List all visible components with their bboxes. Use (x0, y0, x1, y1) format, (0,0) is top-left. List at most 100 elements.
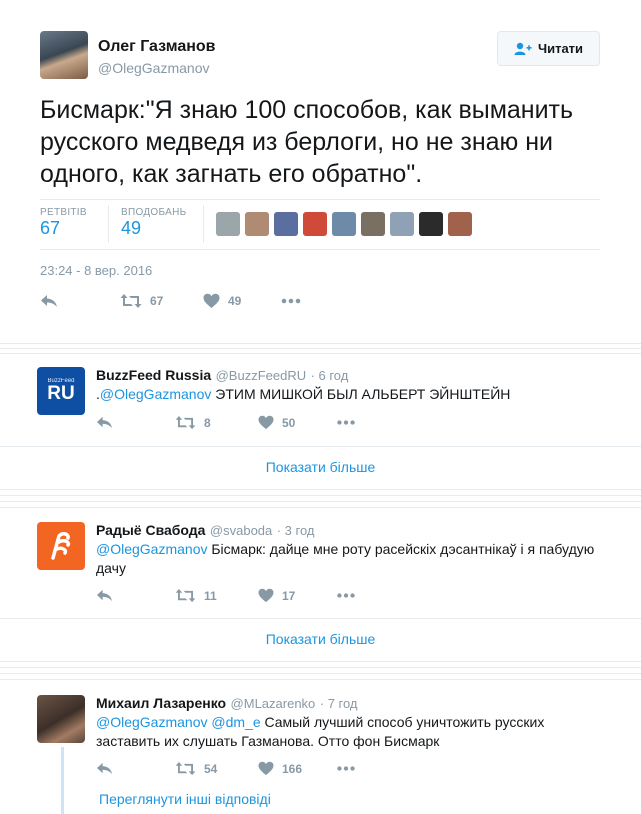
likers-avatars (216, 212, 477, 241)
section-divider (0, 489, 641, 490)
stats-divider-bottom (40, 249, 600, 250)
likes-count: 49 (121, 218, 142, 238)
retweet-count: 67 (150, 294, 164, 308)
reply-avatar-svaboda[interactable] (37, 522, 85, 570)
reply-button[interactable] (96, 415, 113, 430)
stats-divider-top (40, 199, 600, 200)
reply-button[interactable] (96, 761, 113, 776)
liker-avatar[interactable] (361, 212, 385, 236)
reply-author-handle[interactable]: @MLazarenko (231, 696, 316, 711)
view-other-replies-link[interactable]: Переглянути інші відповіді (99, 791, 271, 807)
like-button[interactable]: 49 (203, 293, 241, 309)
reply-button[interactable] (40, 293, 58, 309)
reply-text: @OlegGazmanov @dm_e Самый лучший способ … (96, 713, 586, 751)
liker-avatar[interactable] (303, 212, 327, 236)
retweet-count: 11 (204, 588, 217, 603)
divider (0, 446, 641, 447)
mention-link[interactable]: @OlegGazmanov (96, 714, 207, 730)
liker-avatar[interactable] (332, 212, 356, 236)
reply-icon (97, 589, 112, 602)
section-divider (0, 495, 641, 496)
mention-link[interactable]: @OlegGazmanov (100, 386, 211, 402)
like-count: 49 (228, 294, 242, 308)
reply-header: Радыё Свабода @svaboda · 3 год (96, 522, 315, 540)
author-handle[interactable]: @OlegGazmanov (98, 60, 209, 76)
reply-header: Михаил Лазаренко @MLazarenko · 7 год (96, 695, 358, 713)
retweet-button[interactable]: 67 (120, 293, 163, 309)
buzzfeed-logo-small: BuzzFeed (47, 378, 75, 384)
liker-avatar[interactable] (274, 212, 298, 236)
follow-button[interactable]: Читати (497, 31, 600, 66)
reply-time[interactable]: · 3 год (277, 523, 315, 538)
reply-author-name[interactable]: Радыё Свабода (96, 522, 205, 538)
retweet-button[interactable]: 54 (175, 761, 217, 776)
reply-body: ЭТИМ МИШКОЙ БЫЛ АЛЬБЕРТ ЭЙНШТЕЙН (211, 386, 511, 402)
more-actions-button[interactable] (336, 761, 356, 776)
more-icon (337, 420, 355, 425)
section-divider (0, 679, 641, 680)
divider (0, 618, 641, 619)
like-button[interactable]: 50 (258, 415, 295, 430)
reply-author-handle[interactable]: @svaboda (210, 523, 272, 538)
section-divider (0, 501, 641, 502)
retweet-icon (175, 415, 196, 430)
heart-icon (258, 588, 274, 603)
retweet-button[interactable]: 8 (175, 415, 211, 430)
reply-author-name[interactable]: BuzzFeed Russia (96, 367, 211, 383)
mention-link[interactable]: @dm_e (211, 714, 260, 730)
liker-avatar[interactable] (216, 212, 240, 236)
section-divider (0, 343, 641, 344)
likes-stat[interactable]: ВПОДОБАНЬ 49 (121, 207, 186, 239)
section-divider (0, 667, 641, 668)
reply-author-handle[interactable]: @BuzzFeedRU (216, 368, 307, 383)
follow-label: Читати (537, 41, 584, 56)
reply-author-name[interactable]: Михаил Лазаренко (96, 695, 226, 711)
section-divider (0, 348, 641, 349)
retweet-icon (175, 588, 196, 603)
reply-avatar-lazarenko[interactable] (37, 695, 85, 743)
more-actions-button[interactable] (336, 588, 356, 603)
reply-icon (41, 295, 57, 307)
reply-time[interactable]: · 6 год (311, 368, 349, 383)
reply-avatar-buzzfeed[interactable]: BuzzFeed RU (37, 367, 85, 415)
section-divider (0, 507, 641, 508)
like-count: 50 (282, 415, 296, 430)
mention-link[interactable]: @OlegGazmanov (96, 541, 207, 557)
like-count: 17 (282, 588, 296, 603)
more-actions-button[interactable] (281, 293, 301, 309)
section-divider (0, 673, 641, 674)
retweet-icon (120, 294, 142, 308)
reply-text: .@OlegGazmanov ЭТИМ МИШКОЙ БЫЛ АЛЬБЕРТ Э… (96, 385, 596, 404)
reply-button[interactable] (96, 588, 113, 603)
author-avatar[interactable] (40, 31, 88, 79)
author-name[interactable]: Олег Газманов (98, 38, 216, 56)
more-icon (337, 593, 355, 598)
show-more-link[interactable]: Показати більше (0, 459, 641, 475)
heart-icon (203, 293, 220, 308)
thread-line (61, 747, 64, 814)
liker-avatar[interactable] (390, 212, 414, 236)
tweet-date[interactable]: 23:24 - 8 вер. 2016 (40, 263, 152, 278)
liker-avatar[interactable] (419, 212, 443, 236)
like-button[interactable]: 17 (258, 588, 295, 603)
likes-label: ВПОДОБАНЬ (121, 207, 187, 218)
liker-avatar[interactable] (448, 212, 472, 236)
stat-divider (108, 205, 109, 243)
retweet-count: 8 (204, 415, 211, 430)
stat-divider (203, 205, 204, 243)
more-icon (281, 298, 301, 304)
more-actions-button[interactable] (336, 415, 356, 430)
like-count: 166 (282, 761, 303, 776)
heart-icon (258, 761, 274, 776)
liker-avatar[interactable] (245, 212, 269, 236)
retweet-icon (175, 761, 196, 776)
like-button[interactable]: 166 (258, 761, 302, 776)
tweet-text: Бисмарк:"Я знаю 100 способов, как вымани… (40, 96, 574, 188)
follow-icon (514, 42, 532, 55)
retweet-count: 54 (204, 761, 218, 776)
retweets-stat[interactable]: РЕТВІТІВ 67 (40, 207, 87, 239)
retweet-button[interactable]: 11 (175, 588, 217, 603)
show-more-link[interactable]: Показати більше (0, 631, 641, 647)
heart-icon (258, 415, 274, 430)
reply-time[interactable]: · 7 год (320, 696, 358, 711)
